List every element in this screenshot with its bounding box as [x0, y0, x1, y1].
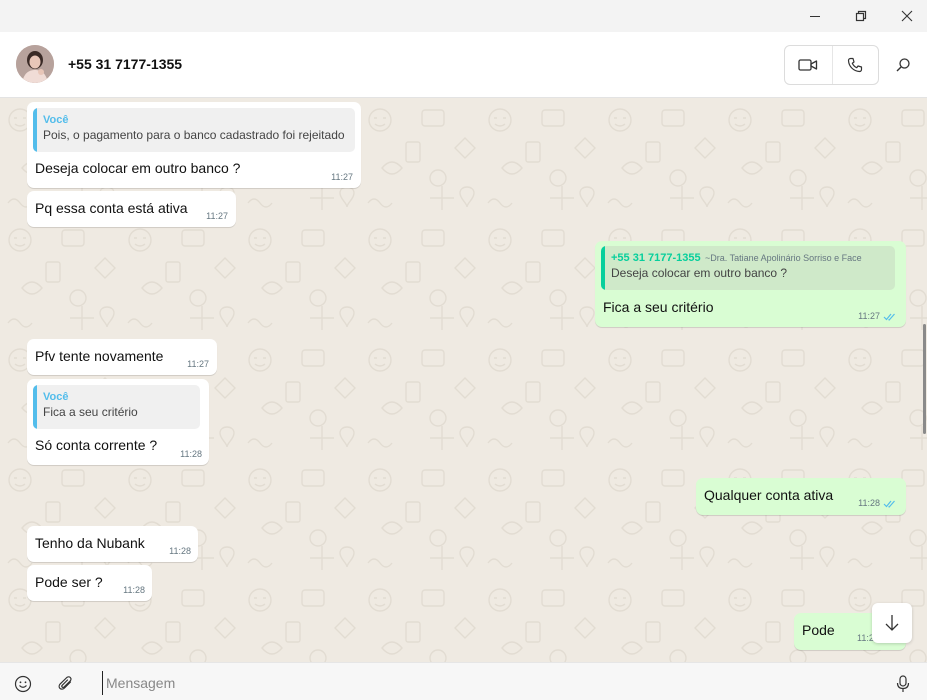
voice-call-icon — [848, 57, 863, 73]
message-text: Deseja colocar em outro banco ? — [35, 160, 241, 176]
restore-icon — [855, 10, 867, 22]
minimize-icon — [810, 16, 820, 17]
close-button[interactable] — [884, 0, 927, 32]
message-text: Qualquer conta ativa — [704, 487, 834, 503]
scroll-to-bottom-button[interactable] — [872, 603, 912, 643]
message-bubble-incoming[interactable]: Pode ser ? 11:28 — [27, 565, 152, 601]
quote-author: Você — [43, 114, 69, 126]
message-bubble-incoming[interactable]: Você Fica a seu critério Só conta corren… — [27, 379, 209, 465]
message-bubble-incoming[interactable]: Você Pois, o pagamento para o banco cada… — [27, 102, 361, 188]
quote-text: Deseja colocar em outro banco ? — [611, 266, 788, 280]
message-time: 11:27 — [206, 211, 228, 221]
message-text: Fica a seu critério — [603, 299, 714, 315]
quote-text: Fica a seu critério — [43, 405, 138, 419]
quote-accent-bar — [33, 385, 37, 429]
arrow-down-icon — [885, 615, 899, 631]
chat-area[interactable]: Você Pois, o pagamento para o banco cada… — [0, 98, 927, 662]
search-icon — [896, 58, 910, 72]
message-time: 11:28 — [858, 498, 880, 508]
quote-author: +55 31 7177-1355 — [611, 252, 701, 264]
chat-header: +55 31 7177-1355 — [0, 32, 927, 98]
window-titlebar — [0, 0, 927, 32]
message-time: 11:28 — [169, 546, 191, 556]
message-time: 11:28 — [123, 585, 145, 595]
message-time: 11:28 — [180, 449, 202, 459]
message-time: 11:27 — [331, 172, 353, 182]
message-time: 11:27 — [858, 311, 880, 321]
quote-text: Pois, o pagamento para o banco cadastrad… — [43, 128, 345, 142]
attach-button[interactable] — [55, 673, 77, 695]
quote-author: Você — [43, 391, 69, 403]
emoji-icon — [14, 675, 32, 693]
quoted-message[interactable]: +55 31 7177-1355 ~Dra. Tatiane Apolinári… — [601, 246, 895, 290]
quote-author-subtitle: ~Dra. Tatiane Apolinário Sorriso e Face — [705, 253, 862, 263]
restore-button[interactable] — [838, 0, 884, 32]
quote-accent-bar — [601, 246, 605, 290]
close-icon — [901, 10, 913, 22]
message-text: Pq essa conta está ativa — [35, 200, 188, 216]
message-bubble-incoming[interactable]: Tenho da Nubank 11:28 — [27, 526, 198, 562]
contact-avatar[interactable] — [16, 45, 54, 83]
quoted-message[interactable]: Você Pois, o pagamento para o banco cada… — [33, 108, 355, 152]
mic-icon — [896, 675, 910, 692]
message-bubble-incoming[interactable]: Pq essa conta está ativa 11:27 — [27, 191, 236, 227]
read-ticks-icon — [883, 313, 895, 321]
voice-call-button[interactable] — [831, 46, 879, 84]
message-text: Pode — [802, 622, 835, 638]
message-text: Só conta corrente ? — [35, 437, 158, 453]
read-ticks-icon — [883, 500, 895, 508]
search-button[interactable] — [890, 52, 916, 78]
video-call-icon — [798, 59, 818, 71]
attach-icon — [58, 676, 72, 690]
message-bubble-outgoing[interactable]: Qualquer conta ativa 11:28 — [696, 478, 906, 515]
message-text: Pfv tente novamente — [35, 348, 164, 364]
minimize-button[interactable] — [792, 0, 838, 32]
message-input[interactable] — [102, 671, 862, 695]
message-bubble-outgoing[interactable]: +55 31 7177-1355 ~Dra. Tatiane Apolinári… — [595, 241, 906, 327]
contact-name[interactable]: +55 31 7177-1355 — [68, 56, 182, 72]
message-text: Pode ser ? — [35, 574, 103, 590]
chat-scrollbar[interactable] — [923, 324, 926, 434]
message-composer — [0, 662, 927, 700]
quoted-message[interactable]: Você Fica a seu critério — [33, 385, 200, 429]
quote-accent-bar — [33, 108, 37, 152]
message-time: 11:27 — [187, 359, 209, 369]
emoji-button[interactable] — [12, 673, 34, 695]
call-buttons-group — [784, 45, 879, 85]
voice-message-button[interactable] — [892, 673, 914, 695]
message-bubble-incoming[interactable]: Pfv tente novamente 11:27 — [27, 339, 217, 375]
message-text: Tenho da Nubank — [35, 535, 145, 551]
video-call-button[interactable] — [785, 46, 832, 84]
